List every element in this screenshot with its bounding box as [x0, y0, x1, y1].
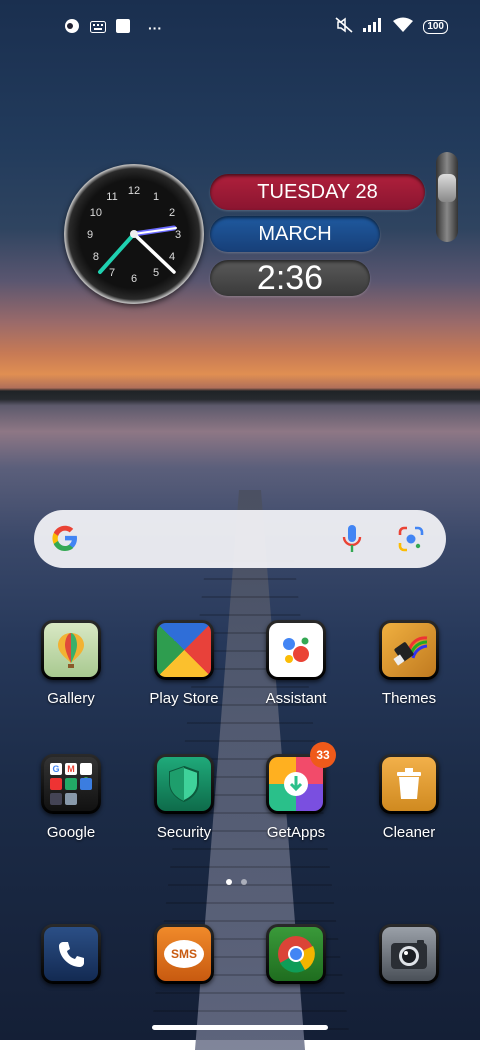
dial-number: 9: [87, 229, 93, 241]
cleaner-icon-frame: [379, 754, 439, 814]
widget-toggle[interactable]: [436, 152, 458, 242]
themes-icon-frame: [379, 620, 439, 680]
google-search-bar[interactable]: [34, 510, 446, 568]
app-label: Cleaner: [382, 824, 436, 841]
month-text: MARCH: [258, 222, 332, 245]
app-indicator-icon: [64, 18, 80, 37]
dial-number: 12: [128, 185, 140, 197]
dial-number: 2: [169, 207, 175, 219]
camera-icon: [382, 927, 436, 981]
phone-icon: [44, 927, 98, 981]
app-security[interactable]: Security: [134, 754, 234, 864]
keyboard-icon: [90, 20, 106, 36]
sms-bubble: SMS: [164, 940, 204, 968]
app-label: Google: [46, 824, 96, 841]
dock-chrome[interactable]: [246, 924, 346, 994]
app-label: Play Store: [149, 690, 219, 707]
dial-number: 5: [153, 267, 159, 279]
play-store-icon-frame: [154, 620, 214, 680]
folder-icon-frame: G M: [41, 754, 101, 814]
month-bar: MARCH: [210, 216, 380, 252]
more-notifications-icon: ···: [148, 19, 162, 36]
dial-number: 7: [109, 267, 115, 279]
app-cleaner[interactable]: Cleaner: [359, 754, 459, 864]
play-store-icon: [157, 623, 211, 677]
widget-toggle-knob[interactable]: [438, 174, 456, 202]
page-indicator[interactable]: [226, 879, 247, 885]
signal-icon: [363, 18, 383, 35]
time-bar: 2:36: [210, 258, 370, 297]
shield-icon: [157, 757, 211, 811]
sms-icon-frame: SMS: [154, 924, 214, 984]
page-dot-2[interactable]: [241, 879, 247, 885]
day-text: TUESDAY 28: [257, 180, 378, 203]
dial-number: 6: [131, 273, 137, 285]
status-bar: ··· 100: [0, 0, 480, 56]
day-bar: TUESDAY 28: [210, 174, 425, 210]
app-label: Themes: [381, 690, 437, 707]
app-getapps[interactable]: 33 GetApps: [246, 742, 346, 864]
dial-number: 11: [106, 191, 117, 203]
clock-widget[interactable]: TUESDAY 28 MARCH 2:36 12 1 2 3 4 5 6 7 8 9 10 11: [60, 152, 480, 320]
getapps-icon-frame: 33: [266, 742, 336, 814]
dock-messages[interactable]: SMS: [134, 924, 234, 994]
app-label: Gallery: [47, 690, 95, 707]
google-g-icon: [52, 525, 77, 551]
app-label: GetApps: [266, 824, 326, 841]
sms-icon: SMS: [157, 927, 211, 981]
camera-icon-frame: [379, 924, 439, 984]
battery-level: 100: [423, 19, 448, 34]
analog-clock: 12 1 2 3 4 5 6 7 8 9 10 11: [64, 164, 204, 304]
page-dot-1[interactable]: [226, 879, 232, 885]
dock-camera[interactable]: [359, 924, 459, 994]
app-folder-google[interactable]: G M Google: [21, 754, 121, 864]
dock-phone[interactable]: [21, 924, 121, 994]
balloon-icon: [44, 623, 98, 677]
security-icon-frame: [154, 754, 214, 814]
google-lens-icon[interactable]: [398, 526, 424, 552]
app-label: Security: [156, 824, 212, 841]
assistant-dots-icon: [269, 623, 323, 677]
assistant-icon-frame: [266, 620, 326, 680]
app-themes[interactable]: Themes: [359, 620, 459, 730]
wifi-icon: [393, 17, 414, 36]
trash-icon: [382, 757, 436, 811]
phone-icon-frame: [41, 924, 101, 984]
clock-face-icon: 12 1234567891011: [87, 185, 181, 285]
gallery-icon-frame: [41, 620, 101, 680]
square-notification-icon: [116, 19, 130, 36]
dial-number: 8: [93, 251, 99, 263]
status-right: 100: [335, 17, 448, 36]
app-assistant[interactable]: Assistant: [246, 620, 346, 730]
status-left: ···: [64, 18, 162, 37]
home-indicator[interactable]: [152, 1025, 328, 1030]
folder-icon: G M: [44, 757, 98, 811]
app-label: Assistant: [265, 690, 327, 707]
dial-number: 3: [175, 229, 181, 241]
app-gallery[interactable]: Gallery: [21, 620, 121, 730]
dial-number: 1: [153, 191, 159, 203]
mute-icon: [335, 17, 353, 36]
time-text: 2:36: [256, 258, 324, 297]
chrome-icon-frame: [266, 924, 326, 984]
app-play-store[interactable]: Play Store: [134, 620, 234, 730]
microphone-icon[interactable]: [342, 524, 362, 554]
dial-number: 10: [90, 207, 102, 219]
dial-number: 4: [169, 251, 175, 263]
notification-badge: 33: [310, 742, 336, 768]
paintbrush-icon: [382, 623, 436, 677]
chrome-icon: [269, 927, 323, 981]
